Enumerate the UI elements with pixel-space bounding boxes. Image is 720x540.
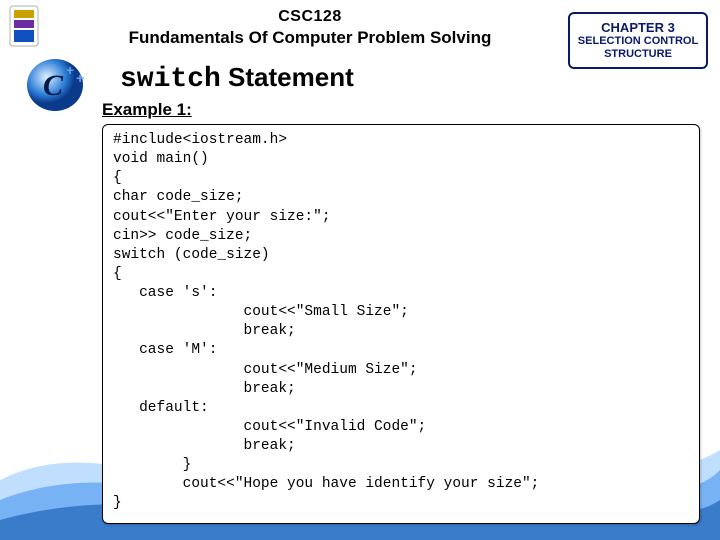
- course-code: CSC128: [100, 8, 520, 26]
- svg-text:+: +: [66, 62, 74, 78]
- chapter-number: CHAPTER 3: [574, 20, 702, 35]
- chapter-title-2: STRUCTURE: [574, 48, 702, 61]
- chapter-title-1: SELECTION CONTROL: [574, 35, 702, 48]
- chapter-box: CHAPTER 3 SELECTION CONTROL STRUCTURE: [568, 12, 708, 69]
- svg-text:+: +: [76, 70, 84, 86]
- statement-word: Statement: [221, 62, 354, 92]
- course-title: Fundamentals Of Computer Problem Solving: [100, 28, 520, 48]
- code-box: #include<iostream.h> void main() { char …: [102, 124, 700, 524]
- section-title: switch Statement: [120, 62, 354, 95]
- cpp-logo: C + +: [20, 55, 100, 115]
- code-content: #include<iostream.h> void main() { char …: [113, 131, 689, 514]
- svg-text:C: C: [43, 69, 64, 102]
- switch-keyword: switch: [120, 64, 221, 95]
- example-label: Example 1:: [102, 100, 192, 120]
